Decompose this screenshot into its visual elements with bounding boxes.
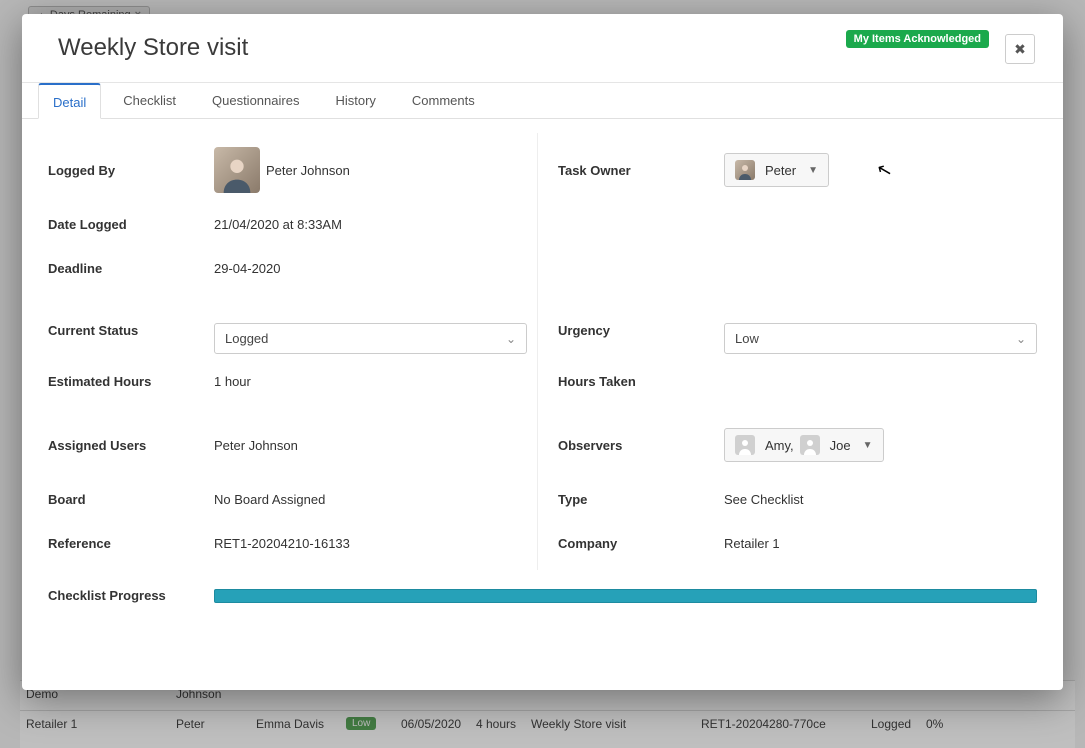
close-icon: ✖ [1014,41,1026,58]
modal-content: Logged By Peter Johnson Date Logged 21/0… [22,119,1063,690]
urgency-select[interactable]: Low ⌄ [724,323,1037,354]
value-estimated-hours: 1 hour [214,374,527,389]
observers-dropdown[interactable]: Amy, Joe ▼ [724,428,884,462]
tab-detail[interactable]: Detail [38,83,101,119]
label-date-logged: Date Logged [48,217,214,232]
tab-questionnaires[interactable]: Questionnaires [198,83,313,118]
ack-badge: My Items Acknowledged [846,30,989,48]
label-board: Board [48,492,214,507]
task-owner-value: Peter [765,163,796,178]
value-logged-by: Peter Johnson [266,163,350,178]
label-company: Company [558,536,724,551]
chevron-down-icon: ⌄ [1016,332,1026,346]
cursor-icon: ↖ [875,158,895,182]
value-assigned-users: Peter Johnson [214,438,527,453]
avatar [214,147,260,193]
label-current-status: Current Status [48,323,214,338]
value-type: See Checklist [724,492,1037,507]
tab-history[interactable]: History [321,83,389,118]
tabs: Detail Checklist Questionnaires History … [22,83,1063,119]
task-owner-dropdown[interactable]: Peter ▼ [724,153,829,187]
task-modal: Weekly Store visit My Items Acknowledged… [22,14,1063,690]
label-reference: Reference [48,536,214,551]
urgency-value: Low [735,331,759,346]
label-type: Type [558,492,724,507]
modal-title: Weekly Store visit [58,34,248,62]
value-company: Retailer 1 [724,536,1037,551]
chevron-down-icon: ⌄ [506,332,516,346]
label-assigned-users: Assigned Users [48,438,214,453]
label-observers: Observers [558,438,724,453]
value-reference: RET1-20204210-16133 [214,536,527,551]
close-button[interactable]: ✖ [1005,34,1035,64]
avatar [735,435,755,455]
label-urgency: Urgency [558,323,724,338]
value-board: No Board Assigned [214,492,527,507]
current-status-select[interactable]: Logged ⌄ [214,323,527,354]
label-checklist-progress: Checklist Progress [48,588,214,603]
observer-2: Joe [830,438,851,453]
checklist-progress-bar [214,589,1037,603]
avatar [735,160,755,180]
current-status-value: Logged [225,331,268,346]
tab-checklist[interactable]: Checklist [109,83,190,118]
caret-down-icon: ▼ [808,165,818,176]
modal-header: Weekly Store visit My Items Acknowledged… [22,14,1063,83]
tab-comments[interactable]: Comments [398,83,489,118]
caret-down-icon: ▼ [863,440,873,451]
label-task-owner: Task Owner [558,163,724,178]
label-deadline: Deadline [48,261,214,276]
observer-1: Amy, [765,438,794,453]
label-logged-by: Logged By [48,163,214,178]
value-date-logged: 21/04/2020 at 8:33AM [214,217,527,232]
label-hours-taken: Hours Taken [558,374,724,389]
avatar [800,435,820,455]
value-deadline: 29-04-2020 [214,261,527,276]
label-estimated-hours: Estimated Hours [48,374,214,389]
